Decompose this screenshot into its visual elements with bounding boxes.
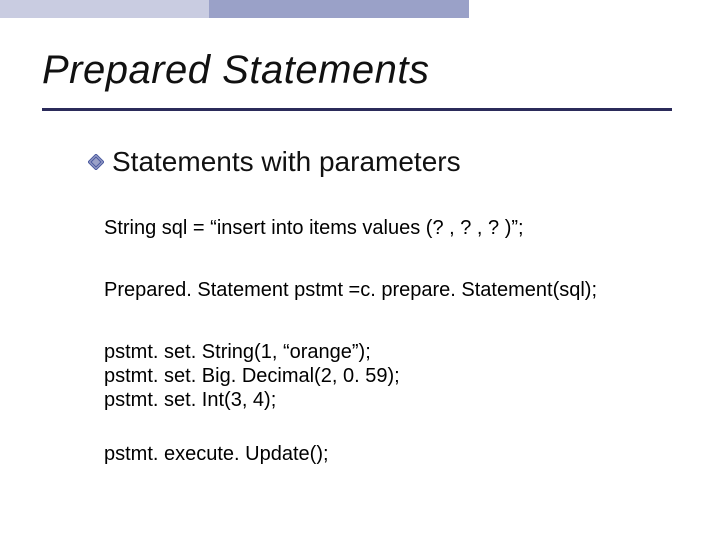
top-accent-segment-dark <box>209 0 469 18</box>
code-line-prepare: Prepared. Statement pstmt =c. prepare. S… <box>104 278 597 302</box>
top-accent-bar <box>0 0 720 18</box>
title-underline <box>42 108 672 111</box>
code-line-execute: pstmt. execute. Update(); <box>104 442 329 466</box>
code-line-sql: String sql = “insert into items values (… <box>104 216 524 240</box>
code-line-set-int: pstmt. set. Int(3, 4); <box>104 388 400 412</box>
code-line-set-bigdecimal: pstmt. set. Big. Decimal(2, 0. 59); <box>104 364 400 388</box>
code-line-set-string: pstmt. set. String(1, “orange”); <box>104 340 400 364</box>
slide: Prepared Statements Statements with para… <box>0 0 720 540</box>
diamond-bullet-icon <box>88 154 104 170</box>
top-accent-segment-white <box>469 0 720 18</box>
slide-title: Prepared Statements <box>42 48 430 93</box>
code-block-setters: pstmt. set. String(1, “orange”); pstmt. … <box>104 340 400 412</box>
bullet-label: Statements with parameters <box>112 146 461 178</box>
bullet-item: Statements with parameters <box>88 146 461 178</box>
top-accent-segment-light <box>0 0 209 18</box>
